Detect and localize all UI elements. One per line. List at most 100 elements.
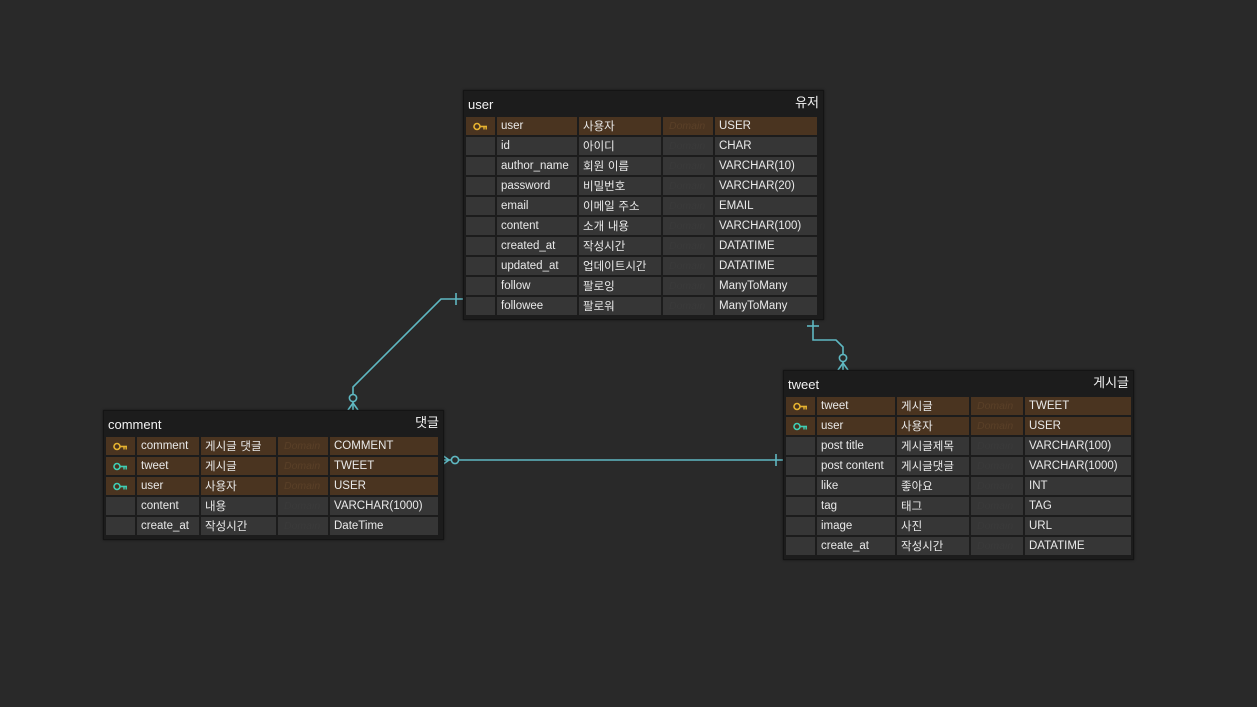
column-domain[interactable]: Domain: [971, 417, 1023, 435]
column-domain[interactable]: Domain: [663, 217, 713, 235]
column-comment[interactable]: 작성시간: [897, 537, 969, 555]
column-row[interactable]: user 사용자 Domain USER: [106, 477, 441, 495]
column-type[interactable]: VARCHAR(100): [715, 217, 817, 235]
column-row[interactable]: email 이메일 주소 Domain EMAIL: [466, 197, 821, 215]
table-comment[interactable]: comment 댓글 comment 게시글 댓글 Domain COMMENT twe…: [103, 410, 444, 540]
column-type[interactable]: DATATIME: [715, 237, 817, 255]
column-type[interactable]: VARCHAR(1000): [1025, 457, 1131, 475]
column-domain[interactable]: Domain: [663, 137, 713, 155]
column-comment[interactable]: 회원 이름: [579, 157, 661, 175]
column-type[interactable]: TWEET: [330, 457, 438, 475]
column-row[interactable]: tweet 게시글 Domain TWEET: [786, 397, 1131, 415]
column-domain[interactable]: Domain: [663, 157, 713, 175]
column-name[interactable]: updated_at: [497, 257, 577, 275]
column-domain[interactable]: Domain: [663, 237, 713, 255]
column-domain[interactable]: Domain: [663, 197, 713, 215]
column-name[interactable]: followee: [497, 297, 577, 315]
column-domain[interactable]: Domain: [971, 537, 1023, 555]
column-comment[interactable]: 사진: [897, 517, 969, 535]
column-name[interactable]: post title: [817, 437, 895, 455]
column-name[interactable]: user: [497, 117, 577, 135]
column-comment[interactable]: 작성시간: [579, 237, 661, 255]
column-comment[interactable]: 아이디: [579, 137, 661, 155]
column-comment[interactable]: 비밀번호: [579, 177, 661, 195]
column-type[interactable]: ManyToMany: [715, 277, 817, 295]
column-domain[interactable]: Domain: [971, 397, 1023, 415]
column-type[interactable]: DATATIME: [715, 257, 817, 275]
column-domain[interactable]: Domain: [971, 457, 1023, 475]
column-row[interactable]: tag 태그 Domain TAG: [786, 497, 1131, 515]
column-row[interactable]: created_at 작성시간 Domain DATATIME: [466, 237, 821, 255]
column-name[interactable]: content: [137, 497, 199, 515]
column-domain[interactable]: Domain: [278, 457, 328, 475]
relationship-user-tweet[interactable]: [807, 320, 849, 371]
column-type[interactable]: VARCHAR(10): [715, 157, 817, 175]
column-domain[interactable]: Domain: [663, 297, 713, 315]
relationship-user-comment[interactable]: [347, 293, 463, 411]
column-comment[interactable]: 게시글: [897, 397, 969, 415]
column-name[interactable]: post content: [817, 457, 895, 475]
table-tweet[interactable]: tweet 게시글 tweet 게시글 Domain TWEET user 사용자 Doma…: [783, 370, 1134, 560]
column-type[interactable]: TAG: [1025, 497, 1131, 515]
column-domain[interactable]: Domain: [971, 437, 1023, 455]
column-type[interactable]: ManyToMany: [715, 297, 817, 315]
column-name[interactable]: email: [497, 197, 577, 215]
column-row[interactable]: tweet 게시글 Domain TWEET: [106, 457, 441, 475]
column-type[interactable]: VARCHAR(100): [1025, 437, 1131, 455]
column-name[interactable]: image: [817, 517, 895, 535]
column-comment[interactable]: 이메일 주소: [579, 197, 661, 215]
column-name[interactable]: user: [817, 417, 895, 435]
column-type[interactable]: CHAR: [715, 137, 817, 155]
column-row[interactable]: post title 게시글제목 Domain VARCHAR(100): [786, 437, 1131, 455]
column-name[interactable]: id: [497, 137, 577, 155]
column-type[interactable]: TWEET: [1025, 397, 1131, 415]
column-type[interactable]: VARCHAR(1000): [330, 497, 438, 515]
column-name[interactable]: password: [497, 177, 577, 195]
column-type[interactable]: COMMENT: [330, 437, 438, 455]
column-comment[interactable]: 사용자: [579, 117, 661, 135]
column-name[interactable]: created_at: [497, 237, 577, 255]
column-row[interactable]: create_at 작성시간 Domain DATATIME: [786, 537, 1131, 555]
column-name[interactable]: follow: [497, 277, 577, 295]
column-domain[interactable]: Domain: [971, 497, 1023, 515]
column-name[interactable]: like: [817, 477, 895, 495]
column-row[interactable]: image 사진 Domain URL: [786, 517, 1131, 535]
column-name[interactable]: tweet: [817, 397, 895, 415]
column-comment[interactable]: 업데이트시간: [579, 257, 661, 275]
column-comment[interactable]: 사용자: [201, 477, 276, 495]
column-comment[interactable]: 게시글: [201, 457, 276, 475]
erd-canvas[interactable]: user 유저 user 사용자 Domain USER id 아이디 Domain CHAR…: [0, 0, 1257, 707]
column-comment[interactable]: 작성시간: [201, 517, 276, 535]
column-type[interactable]: USER: [1025, 417, 1131, 435]
table-header[interactable]: comment 댓글: [104, 411, 443, 437]
column-row[interactable]: user 사용자 Domain USER: [466, 117, 821, 135]
column-comment[interactable]: 게시글댓글: [897, 457, 969, 475]
column-domain[interactable]: Domain: [663, 117, 713, 135]
column-domain[interactable]: Domain: [971, 517, 1023, 535]
column-name[interactable]: content: [497, 217, 577, 235]
column-row[interactable]: like 좋아요 Domain INT: [786, 477, 1131, 495]
column-row[interactable]: comment 게시글 댓글 Domain COMMENT: [106, 437, 441, 455]
column-row[interactable]: followee 팔로워 Domain ManyToMany: [466, 297, 821, 315]
column-type[interactable]: INT: [1025, 477, 1131, 495]
column-comment[interactable]: 팔로워: [579, 297, 661, 315]
column-comment[interactable]: 팔로잉: [579, 277, 661, 295]
column-type[interactable]: DateTime: [330, 517, 438, 535]
column-row[interactable]: password 비밀번호 Domain VARCHAR(20): [466, 177, 821, 195]
column-type[interactable]: EMAIL: [715, 197, 817, 215]
column-domain[interactable]: Domain: [278, 477, 328, 495]
column-type[interactable]: USER: [715, 117, 817, 135]
column-name[interactable]: tweet: [137, 457, 199, 475]
column-type[interactable]: USER: [330, 477, 438, 495]
column-type[interactable]: DATATIME: [1025, 537, 1131, 555]
column-domain[interactable]: Domain: [663, 277, 713, 295]
column-type[interactable]: VARCHAR(20): [715, 177, 817, 195]
column-domain[interactable]: Domain: [278, 517, 328, 535]
column-row[interactable]: updated_at 업데이트시간 Domain DATATIME: [466, 257, 821, 275]
column-type[interactable]: URL: [1025, 517, 1131, 535]
column-row[interactable]: content 내용 Domain VARCHAR(1000): [106, 497, 441, 515]
column-row[interactable]: post content 게시글댓글 Domain VARCHAR(1000): [786, 457, 1131, 475]
column-row[interactable]: create_at 작성시간 Domain DateTime: [106, 517, 441, 535]
column-domain[interactable]: Domain: [971, 477, 1023, 495]
column-comment[interactable]: 태그: [897, 497, 969, 515]
